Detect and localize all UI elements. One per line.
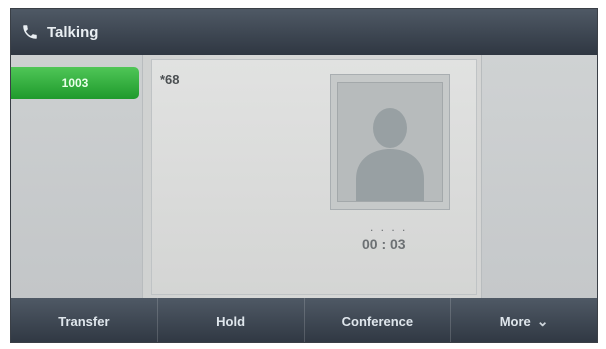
call-timer: 00 : 03: [362, 236, 406, 252]
line-key-label: 1003: [61, 76, 89, 90]
transfer-label: Transfer: [58, 313, 110, 329]
right-panel: [481, 55, 597, 298]
chevron-down-icon: ⌄: [536, 312, 549, 329]
more-button[interactable]: More ⌄: [450, 298, 597, 342]
more-label: More: [499, 313, 531, 329]
call-body: 1003 *68 . . . . 00 : 03: [11, 55, 597, 298]
softkey-bar: Transfer Hold Conference More ⌄: [11, 298, 597, 342]
line-keys-column: 1003: [11, 55, 143, 298]
caller-number: *68: [160, 72, 180, 87]
conference-button[interactable]: Conference: [303, 298, 451, 342]
call-info-panel: *68 . . . . 00 : 03: [151, 59, 477, 295]
hold-button[interactable]: Hold: [156, 298, 304, 342]
transfer-button[interactable]: Transfer: [11, 298, 157, 342]
conference-label: Conference: [341, 313, 414, 329]
line-key-1003[interactable]: 1003: [11, 67, 139, 99]
contact-photo-frame: [330, 74, 450, 210]
progress-dots: . . . .: [370, 220, 408, 234]
phone-icon: [23, 25, 37, 39]
person-silhouette-icon: [356, 108, 424, 201]
hold-label: Hold: [216, 313, 246, 329]
title-bar: Talking: [11, 9, 597, 55]
phone-screen: Talking 1003 *68 . . . . 00 : 03 Transfe…: [10, 8, 598, 343]
avatar: [337, 82, 443, 202]
title-label: Talking: [47, 23, 99, 41]
